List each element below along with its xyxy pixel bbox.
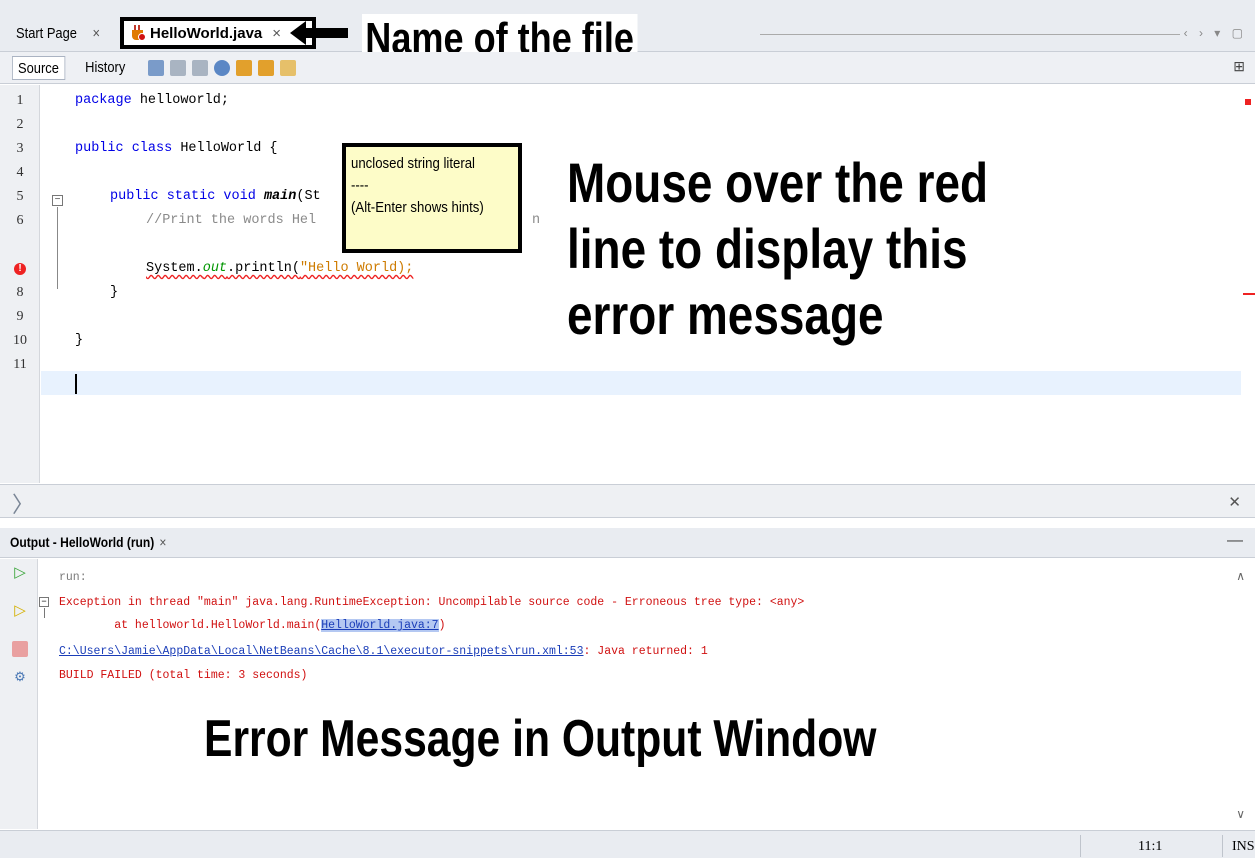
caret-position: 11:1 xyxy=(1138,839,1163,854)
settings-icon[interactable]: ⚙ xyxy=(12,669,28,685)
code-line-10: } xyxy=(75,333,84,348)
code-line-1: package helloworld; xyxy=(75,93,229,108)
find-icon[interactable] xyxy=(214,60,230,76)
source-button[interactable]: Source xyxy=(12,56,65,80)
divider xyxy=(760,34,1180,35)
toolbar-icon-group xyxy=(148,60,296,76)
find-prev-icon[interactable] xyxy=(236,60,252,76)
run-xml-link[interactable]: C:\Users\Jamie\AppData\Local\NetBeans\Ca… xyxy=(59,645,584,658)
error-stripe[interactable] xyxy=(1241,85,1255,483)
line-number: 5 xyxy=(16,189,24,204)
find-next-icon[interactable] xyxy=(258,60,274,76)
forward-icon[interactable] xyxy=(192,60,208,76)
history-button[interactable]: History xyxy=(80,56,130,80)
tooltip-hint: (Alt-Enter shows hints) xyxy=(351,199,484,216)
tab-helloworld-java[interactable]: HelloWorld.java × xyxy=(120,17,316,49)
line-number: 11 xyxy=(13,357,27,372)
text-caret xyxy=(75,374,77,394)
code-line-5: public static void main(St xyxy=(110,189,321,204)
annotation-output-window: Error Message in Output Window xyxy=(204,710,877,768)
stacktrace-link[interactable]: HelloWorld.java:7 xyxy=(321,619,439,632)
rerun-icon[interactable]: ▷ xyxy=(12,565,28,581)
editor-bottom-strip: 〉 ✕ xyxy=(0,484,1255,518)
output-tab-bar: Output - HelloWorld (run) × — xyxy=(0,528,1255,558)
code-line-6: //Print the words Hel xyxy=(146,213,317,228)
divider xyxy=(1222,835,1223,857)
current-line-highlight xyxy=(41,371,1241,395)
line-number: 7 xyxy=(0,237,40,253)
insert-mode[interactable]: INS xyxy=(1232,839,1255,855)
tooltip-message: unclosed string literal xyxy=(351,155,475,172)
output-tab-label: Output - HelloWorld (run) xyxy=(10,534,155,550)
error-badge-icon[interactable]: ! xyxy=(14,263,26,275)
line-number: 2 xyxy=(16,117,24,132)
chevron-right-icon[interactable]: 〉 xyxy=(12,487,34,519)
toggle-highlight-icon[interactable] xyxy=(280,60,296,76)
output-side-toolbar: ▷ ▷ ⚙ xyxy=(0,559,38,829)
code-line-7-error: System.out.println("Hello World); xyxy=(146,261,414,276)
output-run-line: run: xyxy=(59,571,87,584)
editor-toolbar: Source History ⊞ xyxy=(0,52,1255,84)
line-number: 1 xyxy=(16,93,24,108)
output-stacktrace-line: at helloworld.HelloWorld.main(HelloWorld… xyxy=(59,619,446,632)
output-build-failed-line: BUILD FAILED (total time: 3 seconds) xyxy=(59,669,308,682)
scroll-down-icon[interactable]: ∨ xyxy=(1236,807,1245,821)
fold-collapse-icon[interactable]: − xyxy=(52,195,63,206)
close-icon[interactable]: × xyxy=(272,25,281,42)
tab-start-page-label: Start Page xyxy=(16,24,77,42)
scroll-up-icon[interactable]: ∧ xyxy=(1236,569,1245,583)
divider xyxy=(1080,835,1081,857)
status-bar: 11:1 INS xyxy=(0,830,1255,858)
line-number: 8 xyxy=(16,285,24,300)
annotation-mouse-over: Mouse over the red line to display this … xyxy=(567,151,989,346)
line-number: 3 xyxy=(16,141,24,156)
line-number: 4 xyxy=(16,165,24,180)
arrow-left-icon xyxy=(290,21,348,45)
tab-start-page[interactable]: Start Page × xyxy=(16,19,100,47)
line-number: 6 xyxy=(16,213,24,228)
output-console[interactable]: run: − Exception in thread "main" java.l… xyxy=(39,559,1255,829)
output-path-line: C:\Users\Jamie\AppData\Local\NetBeans\Ca… xyxy=(59,645,708,658)
close-icon[interactable]: × xyxy=(92,25,100,42)
close-icon[interactable]: × xyxy=(159,534,166,550)
minimize-icon[interactable]: — xyxy=(1227,532,1243,550)
code-editor[interactable]: 1 2 3 4 5 6 7 8 9 10 11 ! − package hell… xyxy=(0,85,1255,483)
fold-guide xyxy=(57,207,58,289)
java-file-error-icon xyxy=(130,25,146,41)
split-window-icon[interactable]: ⊞ xyxy=(1233,58,1245,75)
fold-collapse-icon[interactable]: − xyxy=(39,597,49,607)
line-number: 9 xyxy=(16,309,24,324)
error-tooltip: unclosed string literal ---- (Alt-Enter … xyxy=(342,143,522,253)
rerun-with-params-icon[interactable]: ▷ xyxy=(12,603,28,619)
error-line-marker[interactable] xyxy=(1243,293,1255,295)
line-number-gutter: 1 2 3 4 5 6 7 8 9 10 11 xyxy=(0,85,40,483)
tooltip-separator: ---- xyxy=(351,177,369,194)
error-summary-marker[interactable] xyxy=(1245,99,1251,105)
code-line-3: public class HelloWorld { xyxy=(75,141,278,156)
stop-icon[interactable] xyxy=(12,641,28,657)
tab-helloworld-java-label: HelloWorld.java xyxy=(150,24,263,42)
tab-output-helloworld[interactable]: Output - HelloWorld (run) × xyxy=(10,534,166,550)
window-controls[interactable]: ‹ › ▾ ▢ xyxy=(1184,26,1247,40)
output-exception-line: Exception in thread "main" java.lang.Run… xyxy=(59,596,805,609)
back-icon[interactable] xyxy=(170,60,186,76)
fold-guide xyxy=(44,608,45,618)
code-line-6-tail: n xyxy=(532,213,541,228)
line-number: 10 xyxy=(13,333,27,348)
close-icon[interactable]: ✕ xyxy=(1228,493,1241,511)
last-edit-icon[interactable] xyxy=(148,60,164,76)
code-line-8: } xyxy=(110,285,119,300)
editor-tab-bar: Start Page × HelloWorld.java × Name of t… xyxy=(0,0,1255,64)
